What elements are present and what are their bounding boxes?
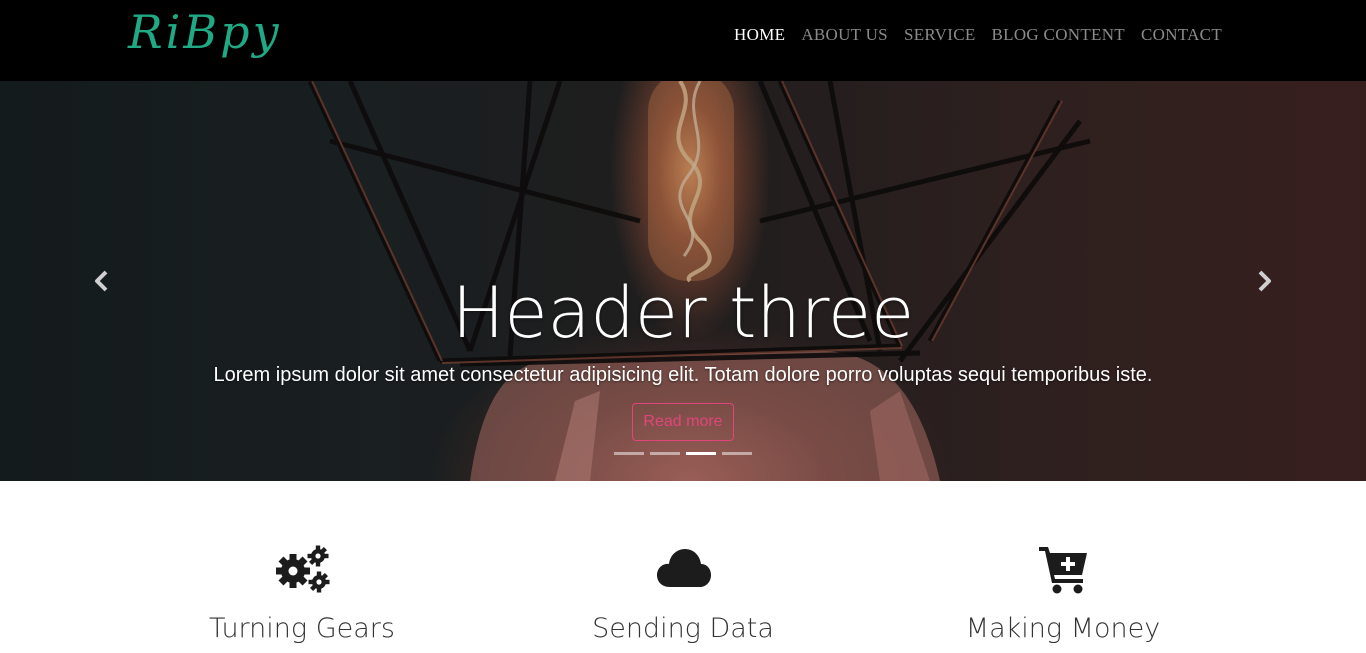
carousel-indicators	[614, 452, 752, 455]
feature-title: Making Money	[965, 613, 1161, 644]
nav-item-contact[interactable]: CONTACT	[1133, 24, 1230, 46]
feature-title: Turning Gears	[209, 613, 395, 644]
cart-plus-icon	[1039, 547, 1087, 594]
features-section: Turning Gears Sending Data Making Money	[0, 481, 1366, 653]
brand-logo[interactable]: RiBpy	[128, 2, 282, 62]
nav-item-service[interactable]: SERVICE	[896, 24, 984, 46]
main-nav: HOME ABOUT US SERVICE BLOG CONTENT CONTA…	[726, 24, 1230, 46]
navbar: RiBpy HOME ABOUT US SERVICE BLOG CONTENT…	[0, 0, 1366, 81]
carousel-caption: Lorem ipsum dolor sit amet consectetur a…	[213, 364, 1153, 386]
feature-title: Sending Data	[592, 613, 774, 644]
cloud-icon	[657, 549, 711, 587]
carousel-indicator-3[interactable]	[686, 452, 716, 455]
nav-item-blog-content[interactable]: BLOG CONTENT	[984, 24, 1133, 46]
nav-item-about-us[interactable]: ABOUT US	[793, 24, 896, 46]
hero-carousel: Header three Lorem ipsum dolor sit amet …	[0, 81, 1366, 481]
carousel-title: Header three	[451, 272, 915, 354]
carousel-indicator-2[interactable]	[650, 452, 680, 455]
carousel-indicator-1[interactable]	[614, 452, 644, 455]
carousel-indicator-4[interactable]	[722, 452, 752, 455]
read-more-button[interactable]: Read more	[632, 403, 734, 441]
gears-icon	[276, 545, 330, 593]
nav-item-home[interactable]: HOME	[726, 24, 793, 46]
